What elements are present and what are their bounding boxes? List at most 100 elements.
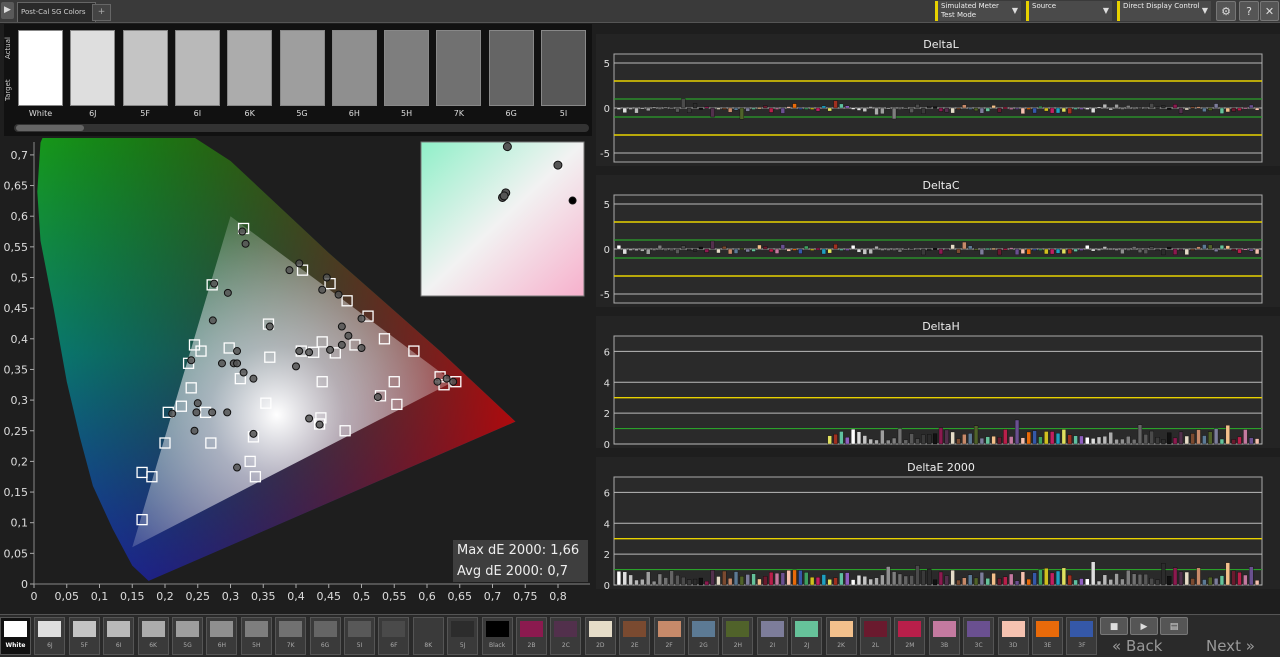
x-tick-label: 0,05 <box>55 590 80 603</box>
patch-chip <box>864 621 887 637</box>
patch-selector-item[interactable]: 5F <box>68 617 100 655</box>
patch-swatch[interactable] <box>488 30 534 106</box>
measured-marker <box>192 408 201 417</box>
patch-swatch[interactable] <box>331 30 377 106</box>
delta-bar <box>827 579 832 586</box>
delta-bar <box>868 438 873 445</box>
delta-bar <box>862 435 867 445</box>
patch-selector-item[interactable]: 2C <box>550 617 582 655</box>
settings-button[interactable]: ⚙ <box>1216 1 1236 21</box>
delta-bar <box>909 433 914 445</box>
measured-marker <box>190 426 199 435</box>
patch-selector-item[interactable]: 2I <box>756 617 788 655</box>
patch-selector-item[interactable]: 5I <box>344 617 375 655</box>
source-dropdown[interactable]: Source ▼ <box>1026 1 1112 21</box>
delta-bar <box>927 248 932 251</box>
delta-bar <box>669 570 674 586</box>
delta-bar <box>792 248 797 251</box>
delta-bar <box>1143 248 1148 254</box>
patch-selector-item[interactable]: 6K <box>137 617 169 655</box>
tab-post-cal-sg-colors[interactable]: Post-Cal SG Colors <box>17 2 96 22</box>
patch-swatch[interactable] <box>384 30 430 106</box>
add-tab-button[interactable]: + <box>92 4 111 21</box>
patch-selector-item[interactable]: Black <box>481 617 513 655</box>
back-button[interactable]: « Back <box>1112 637 1162 656</box>
y-tick-label: 5 <box>604 200 610 211</box>
tab-scroll-right-icon[interactable]: ▶ <box>1 2 14 19</box>
patch-swatch[interactable] <box>436 30 482 106</box>
delta-bar <box>903 575 908 586</box>
patch-selector-item[interactable]: 3C <box>963 617 995 655</box>
patch-selector-item[interactable]: 2K <box>825 617 857 655</box>
patch-label: 5G <box>296 109 308 118</box>
delta-bar <box>1026 248 1031 255</box>
patch-selector-item[interactable]: 2F <box>653 617 685 655</box>
delta-bar <box>1231 570 1236 586</box>
patch-selector-item[interactable]: 5G <box>172 617 203 655</box>
help-button[interactable]: ? <box>1239 1 1259 21</box>
patch-swatch[interactable] <box>279 30 325 106</box>
delta-bar <box>798 107 803 110</box>
delta-bar <box>640 107 645 110</box>
display-control-dropdown[interactable]: Direct Display Control ▼ <box>1117 1 1211 21</box>
delta-bar <box>973 248 979 251</box>
delta-bar <box>1120 578 1125 586</box>
patch-selector-item[interactable]: 2H <box>722 617 754 655</box>
delta-bar <box>1161 439 1166 445</box>
measured-marker <box>357 314 366 323</box>
delta-bar <box>1079 435 1084 445</box>
delta-bar <box>897 428 903 445</box>
save-button[interactable]: ▤ <box>1160 617 1188 635</box>
strip-scroll-thumb[interactable] <box>16 125 84 131</box>
y-tick-label: 0,2 <box>11 455 29 468</box>
play-button[interactable]: ▶ <box>1130 617 1158 635</box>
patch-selector-item[interactable]: 2L <box>860 617 891 655</box>
patch-selector-item[interactable]: 2B <box>516 617 547 655</box>
delta-bar <box>968 433 973 445</box>
patch-selector-item[interactable]: 5H <box>240 617 272 655</box>
patch-selector-item[interactable]: 2G <box>688 617 719 655</box>
patch-swatch[interactable] <box>122 30 168 106</box>
patch-selector-item[interactable]: 8K <box>412 617 444 655</box>
delta-bar <box>938 571 944 586</box>
patch-swatch[interactable] <box>18 30 63 106</box>
patch-swatch[interactable] <box>174 30 220 106</box>
patch-selector-item[interactable]: 6I <box>103 617 135 655</box>
patch-selector-item[interactable]: 2D <box>584 617 616 655</box>
stop-button[interactable]: ■ <box>1100 617 1128 635</box>
patch-selector-item[interactable]: 6H <box>206 617 238 655</box>
delta-bar <box>1108 579 1113 586</box>
patch-selector-item[interactable]: White <box>0 617 31 655</box>
strip-scrollbar[interactable] <box>14 124 589 132</box>
patch-selector-item[interactable]: 3E <box>1032 617 1063 655</box>
patch-selector-item[interactable]: 2M <box>894 617 926 655</box>
patch-selector-bar: White 6J 5F 6I 6K 5G 6H 5H 7K 6G 5I 6F 8K 5J Black 2B 2C… <box>0 614 1280 657</box>
delta-bar <box>1091 438 1096 445</box>
patch-swatch[interactable] <box>541 30 586 106</box>
patch-selector-item[interactable]: 2J <box>791 617 823 655</box>
delta-bar <box>856 107 862 111</box>
delta-bar <box>622 571 627 586</box>
delta-bar <box>1108 432 1113 445</box>
target-row-label: Target <box>4 79 12 101</box>
patch-swatch[interactable] <box>227 30 273 106</box>
patch-selector-item[interactable]: 3B <box>928 617 960 655</box>
play-icon: ▶ <box>1140 622 1148 632</box>
measured-marker <box>373 393 382 402</box>
close-button[interactable]: ✕ <box>1260 1 1279 21</box>
patch-selector-item[interactable]: 6J <box>34 617 66 655</box>
delta-bar <box>651 106 657 109</box>
patch-selector-item[interactable]: 6G <box>309 617 341 655</box>
patch-selector-item[interactable]: 3F <box>1066 617 1098 655</box>
patch-selector-item[interactable]: 3D <box>997 617 1029 655</box>
patch-selector-item[interactable]: 7K <box>275 617 307 655</box>
patch-selector-item[interactable]: 6F <box>378 617 410 655</box>
delta-bar <box>1032 430 1037 445</box>
patch-selector-item[interactable]: 2E <box>619 617 651 655</box>
delta-bar <box>1178 107 1184 114</box>
meter-dropdown[interactable]: Simulated Meter Test Mode ▼ <box>935 1 1021 21</box>
next-button[interactable]: Next » <box>1206 637 1255 656</box>
patch-swatch[interactable] <box>70 30 116 106</box>
patch-selector-item[interactable]: 5J <box>447 617 479 655</box>
delta-bar <box>634 107 639 114</box>
